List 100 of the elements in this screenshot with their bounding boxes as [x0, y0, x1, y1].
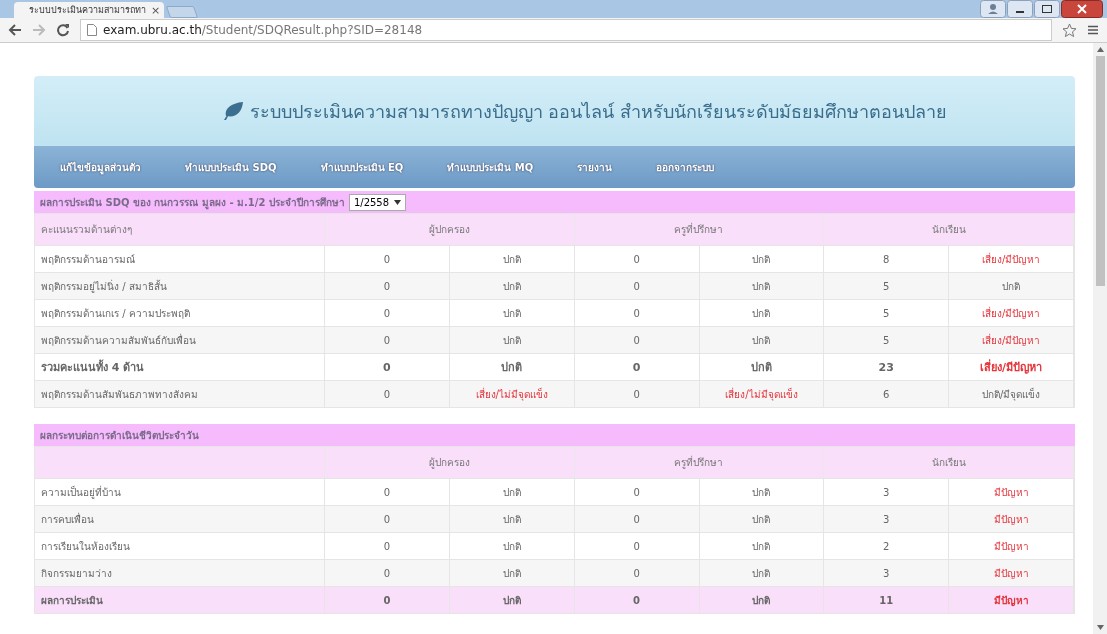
row-label: พฤติกรรมอยู่ไม่นิ่ง / สมาธิสั้น: [35, 272, 325, 299]
table-cell: 3: [824, 559, 950, 586]
table-cell: 0: [574, 586, 700, 613]
scrollbar[interactable]: [1093, 43, 1107, 634]
table-cell: 0: [574, 478, 700, 505]
table-cell: เสี่ยง/ไม่มีจุดแข็ง: [699, 380, 825, 407]
nav-link[interactable]: ออกจากระบบ: [656, 159, 715, 175]
table-cell: 0: [574, 353, 700, 380]
table-cell: ปกติ: [699, 559, 825, 586]
leaf-icon: [221, 101, 244, 121]
table-cell: 3: [824, 478, 950, 505]
table-cell: 11: [824, 586, 950, 613]
maximize-button[interactable]: [1034, 0, 1060, 18]
row-label: พฤติกรรมด้านสัมพันธภาพทางสังคม: [35, 380, 325, 407]
table-cell: เสี่ยง/มีปัญหา: [949, 353, 1074, 380]
table-cell: มีปัญหา: [949, 586, 1074, 613]
table-cell: 0: [325, 478, 450, 505]
table-cell: 0: [325, 326, 450, 353]
star-icon[interactable]: [1062, 22, 1077, 38]
table-cell: ปกติ: [699, 353, 825, 380]
table-title: ผลการประเมิน SDQ ของ กนกวรรณ มูลผง - ม.1/2 ประจำปีการศึกษา: [40, 195, 345, 210]
table-cell: 8: [824, 245, 950, 272]
table-cell: 0: [574, 272, 700, 299]
table-cell: 3: [824, 505, 950, 532]
term-dropdown[interactable]: 1/2558: [348, 193, 407, 211]
scroll-up-icon[interactable]: [1096, 47, 1104, 52]
table-title: ผลกระทบต่อการดำเนินชีวิตประจำวัน: [40, 428, 199, 443]
table-cell: เสี่ยง/มีปัญหา: [949, 245, 1074, 272]
column-header: นักเรียน: [824, 447, 1074, 478]
table-cell: มีปัญหา: [949, 532, 1074, 559]
nav-link[interactable]: รายงาน: [577, 159, 613, 175]
reload-icon[interactable]: [56, 23, 70, 37]
table-cell: ปกติ: [449, 272, 575, 299]
table-cell: ปกติ: [449, 559, 575, 586]
close-tab-button[interactable]: ×: [151, 4, 161, 16]
table-cell: 0: [574, 326, 700, 353]
table-cell: 5: [824, 299, 950, 326]
table-cell: ปกติ: [449, 478, 575, 505]
row-label: พฤติกรรมด้านความสัมพันธ์กับเพื่อน: [35, 326, 325, 353]
nav-link[interactable]: ทำแบบประเมิน MQ: [447, 159, 534, 175]
column-header: ครูที่ปรึกษา: [574, 214, 825, 245]
table-cell: 5: [824, 272, 950, 299]
row-label: รวมคะแนนทั้ง 4 ด้าน: [35, 353, 325, 380]
address-bar[interactable]: exam.ubru.ac.th/Student/SDQResult.php?SID=28148: [80, 19, 1052, 41]
table-cell: ปกติ: [449, 326, 575, 353]
table-cell: 0: [325, 353, 450, 380]
table-cell: ปกติ/มีจุดแข็ง: [949, 380, 1074, 407]
caret-icon: [394, 199, 402, 205]
nav-link[interactable]: แก้ไขข้อมูลส่วนตัว: [60, 159, 141, 175]
table-cell: 0: [325, 559, 450, 586]
table-cell: 0: [574, 299, 700, 326]
table-cell: ปกติ: [449, 245, 575, 272]
table-cell: 0: [574, 245, 700, 272]
table-cell: ปกติ: [449, 586, 575, 613]
table-cell: ปกติ: [699, 478, 825, 505]
table-cell: 6: [824, 380, 950, 407]
table-cell: 0: [325, 505, 450, 532]
row-label: กิจกรรมยามว่าง: [35, 559, 325, 586]
column-header: ผู้ปกครอง: [325, 214, 575, 245]
back-arrow-icon[interactable]: [8, 23, 22, 37]
column-header: นักเรียน: [824, 214, 1074, 245]
table-cell: 0: [325, 272, 450, 299]
table-cell: เสี่ยง/ไม่มีจุดแข็ง: [449, 380, 575, 407]
table-cell: 0: [325, 532, 450, 559]
close-button[interactable]: [1061, 0, 1103, 18]
row-label: ความเป็นอยู่ที่บ้าน: [35, 478, 325, 505]
table-cell: ปกติ: [449, 505, 575, 532]
row-label: การคบเพื่อน: [35, 505, 325, 532]
column-header: คะแนนรวมด้านต่างๆ: [35, 214, 325, 245]
row-label: พฤติกรรมด้านเกเร / ความประพฤติ: [35, 299, 325, 326]
table-cell: 0: [325, 299, 450, 326]
table-cell: 0: [574, 505, 700, 532]
table-cell: ปกติ: [699, 245, 825, 272]
table-cell: ปกติ: [699, 532, 825, 559]
table-cell: ปกติ: [699, 505, 825, 532]
column-header: ครูที่ปรึกษา: [574, 447, 825, 478]
row-label: การเรียนในห้องเรียน: [35, 532, 325, 559]
browser-tab[interactable]: ระบบประเมินความสามารถทา ×: [14, 2, 164, 18]
table-cell: เสี่ยง/มีปัญหา: [949, 326, 1074, 353]
table-cell: ปกติ: [449, 299, 575, 326]
table-cell: 2: [824, 532, 950, 559]
tab-title: ระบบประเมินความสามารถทา: [29, 4, 146, 17]
table-cell: 5: [824, 326, 950, 353]
table-cell: ปกติ: [699, 586, 825, 613]
page-icon: [87, 24, 97, 36]
table-cell: 0: [325, 245, 450, 272]
menu-icon[interactable]: [1087, 24, 1099, 36]
table-cell: 23: [824, 353, 950, 380]
table-cell: ปกติ: [449, 532, 575, 559]
column-header: ผู้ปกครอง: [325, 447, 575, 478]
table-cell: ปกติ: [699, 299, 825, 326]
table-cell: ปกติ: [949, 272, 1074, 299]
minimize-button[interactable]: [1007, 0, 1033, 18]
nav-link[interactable]: ทำแบบประเมิน SDQ: [185, 159, 277, 175]
table-cell: ปกติ: [699, 272, 825, 299]
nav-link[interactable]: ทำแบบประเมิน EQ: [320, 159, 404, 175]
table-cell: ปกติ: [699, 326, 825, 353]
scroll-down-icon[interactable]: [1096, 625, 1104, 630]
table-cell: เสี่ยง/มีปัญหา: [949, 299, 1074, 326]
table-cell: 0: [325, 586, 450, 613]
